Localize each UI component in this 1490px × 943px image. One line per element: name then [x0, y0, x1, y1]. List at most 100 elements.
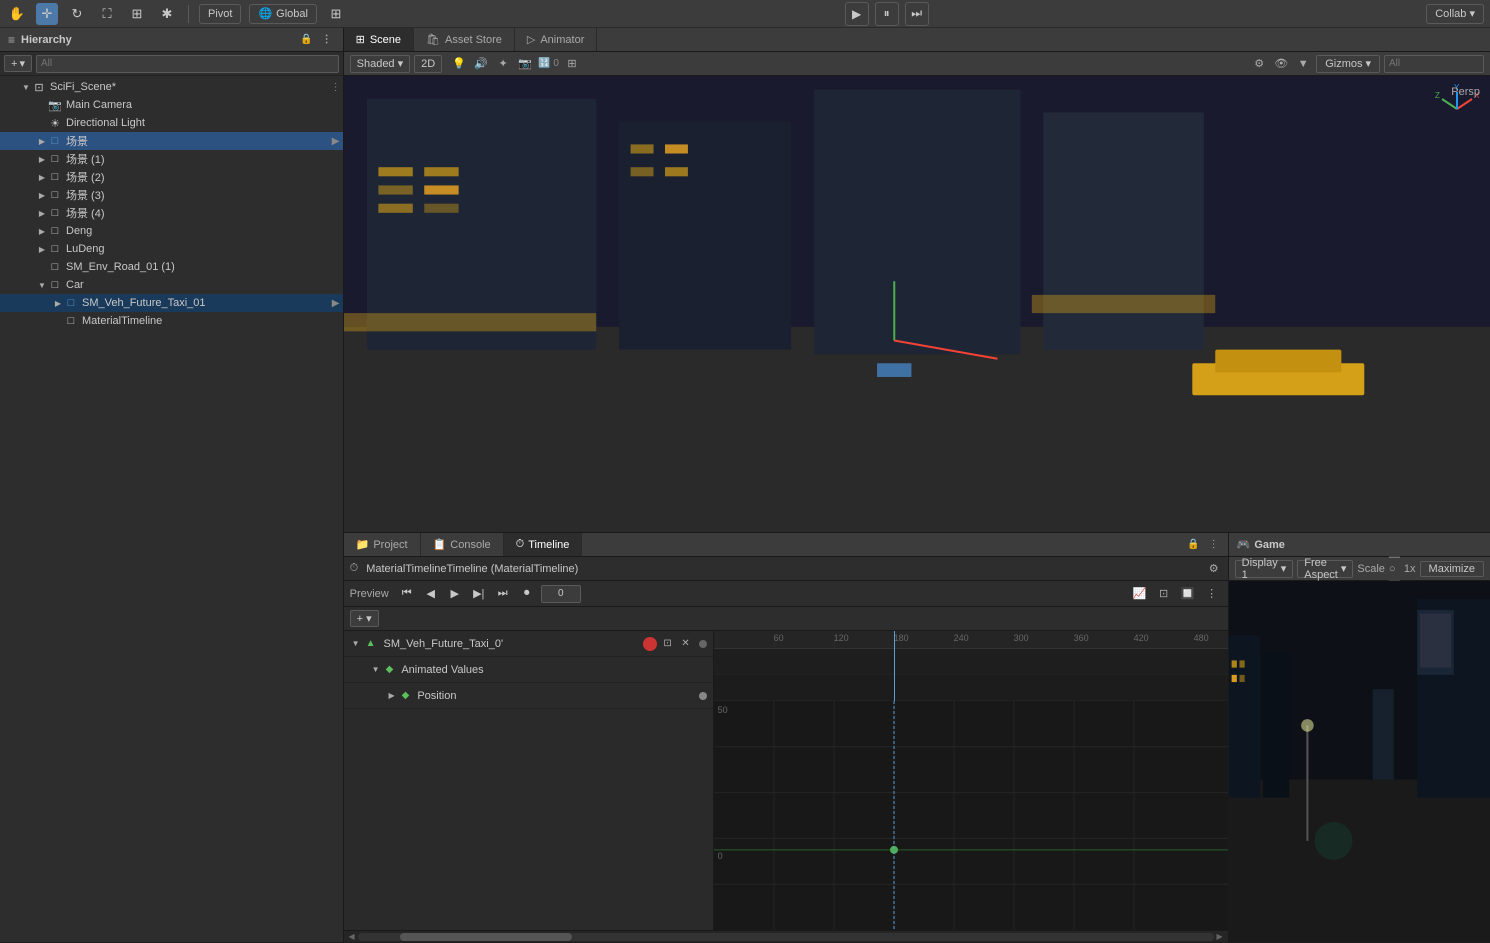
- scrollbar-track[interactable]: [358, 933, 1214, 941]
- scene-layer-label: 🔢 0: [538, 58, 559, 69]
- prev-step-fwd-btn[interactable]: ▶|: [469, 584, 489, 604]
- curve-editor-btn[interactable]: 📈: [1130, 584, 1150, 604]
- tab-project[interactable]: 📁 Project: [344, 533, 421, 556]
- track-arrow-pos[interactable]: ▶: [386, 690, 398, 702]
- display-dropdown[interactable]: Display 1 ▾: [1235, 560, 1294, 578]
- preview-time-input[interactable]: 0: [541, 585, 581, 603]
- tab-menu-btn[interactable]: ⋮: [1206, 537, 1222, 553]
- hierarchy-item-road[interactable]: □ SM_Env_Road_01 (1): [0, 258, 343, 276]
- hierarchy-search-input[interactable]: [36, 55, 339, 73]
- bottom-left-panel: 📁 Project 📋 Console ⏱ Timeline 🔒 ⋮: [344, 533, 1229, 942]
- hierarchy-item-scene0[interactable]: ▶ □ 场景 ▶: [0, 132, 343, 150]
- track-arrow-taxi[interactable]: ▼: [350, 638, 362, 650]
- tab-timeline[interactable]: ⏱ Timeline: [504, 533, 583, 556]
- maximize-button[interactable]: Maximize: [1420, 561, 1484, 577]
- scene-search-input[interactable]: [1384, 55, 1484, 73]
- scale-tool-icon[interactable]: ⛶: [96, 3, 118, 25]
- hierarchy-lock-btn[interactable]: 🔒: [299, 32, 315, 48]
- globe-icon: 🌐: [258, 7, 272, 20]
- pivot-button[interactable]: Pivot: [199, 4, 241, 24]
- global-button[interactable]: 🌐 Global: [249, 4, 317, 24]
- svg-text:Z: Z: [1435, 91, 1440, 100]
- scrollbar-thumb[interactable]: [400, 933, 571, 941]
- tab-asset-store[interactable]: 🛍 Asset Store: [414, 28, 515, 51]
- tab-scene[interactable]: ⊞ Scene: [344, 28, 414, 51]
- rotate-tool-icon[interactable]: ↻: [66, 3, 88, 25]
- grid-icon[interactable]: ⊞: [325, 3, 347, 25]
- collab-button[interactable]: Collab ▾: [1426, 4, 1484, 24]
- tab-animator[interactable]: ▷ Animator: [515, 28, 598, 51]
- tab-console[interactable]: 📋 Console: [421, 533, 504, 556]
- scene-context-btn[interactable]: ⋮: [329, 80, 343, 94]
- scene-cam-icon[interactable]: 📷: [516, 55, 534, 73]
- 2d-button[interactable]: 2D: [414, 55, 442, 73]
- track-arrow-animated[interactable]: ▼: [370, 664, 382, 676]
- fit-view-btn[interactable]: ⊡: [1154, 584, 1174, 604]
- ruler-cursor: [894, 631, 895, 649]
- prev-play-btn[interactable]: ▶: [445, 584, 465, 604]
- hierarchy-item-scene4[interactable]: ▶ □ 场景 (4): [0, 204, 343, 222]
- hierarchy-item-materialtimeline[interactable]: □ MaterialTimeline: [0, 312, 343, 330]
- aspect-dropdown[interactable]: Free Aspect ▾: [1297, 560, 1353, 578]
- hierarchy-item-ludeng[interactable]: ▶ □ LuDeng: [0, 240, 343, 258]
- scene-view-mode-icon[interactable]: 👁: [1272, 55, 1290, 73]
- effects-icon[interactable]: ✦: [494, 55, 512, 73]
- track-item-position[interactable]: ▶ ◆ Position: [344, 683, 713, 709]
- hierarchy-item-scene3[interactable]: ▶ □ 场景 (3): [0, 186, 343, 204]
- game-tab[interactable]: 🎮 Game: [1237, 538, 1285, 551]
- expand-arrow: ▶: [52, 297, 64, 309]
- hierarchy-item-scene1[interactable]: ▶ □ 场景 (1): [0, 150, 343, 168]
- hierarchy-item-scenefile[interactable]: ▼ ⊡ SciFi_Scene* ⋮: [0, 78, 343, 96]
- timeline-settings-btn[interactable]: ⚙: [1206, 561, 1222, 577]
- track-clone-btn[interactable]: ⊡: [661, 637, 675, 651]
- rect-tool-icon[interactable]: ⊞: [126, 3, 148, 25]
- custom-tool-icon[interactable]: ✱: [156, 3, 178, 25]
- road-icon: □: [48, 260, 62, 274]
- timeline-scrollbar[interactable]: ◀ ▶: [344, 930, 1228, 942]
- play-button[interactable]: ▶: [845, 2, 869, 26]
- hierarchy-item-taxi[interactable]: ▶ □ SM_Veh_Future_Taxi_01 ▶: [0, 294, 343, 312]
- prev-end-btn[interactable]: ⏭: [493, 584, 513, 604]
- folder-icon: □: [48, 134, 62, 148]
- audio-icon[interactable]: 🔊: [472, 55, 490, 73]
- prev-record-btn[interactable]: ⏺: [517, 584, 537, 604]
- scene-settings-icon[interactable]: ⚙: [1250, 55, 1268, 73]
- scroll-left-btn[interactable]: ◀: [346, 931, 358, 943]
- more-options-btn[interactable]: ⋮: [1202, 584, 1222, 604]
- step-button[interactable]: ⏭: [905, 2, 929, 26]
- scene-camera-icon2[interactable]: ▼: [1294, 55, 1312, 73]
- prev-step-back-btn[interactable]: ◀: [421, 584, 441, 604]
- ruler-120: 120: [834, 631, 849, 643]
- pause-button[interactable]: ⏸: [875, 2, 899, 26]
- scene0-context-btn[interactable]: ▶: [329, 134, 343, 148]
- hierarchy-menu-btn[interactable]: ⋮: [319, 32, 335, 48]
- hierarchy-item-car[interactable]: ▼ □ Car: [0, 276, 343, 294]
- track-item-taxi[interactable]: ▼ ▲ SM_Veh_Future_Taxi_0' ⊡ ✕: [344, 631, 713, 657]
- scroll-right-btn[interactable]: ▶: [1214, 931, 1226, 943]
- move-tool-icon[interactable]: ✛: [36, 3, 58, 25]
- lighting-icon[interactable]: 💡: [450, 55, 468, 73]
- track-delete-btn[interactable]: ✕: [679, 637, 693, 651]
- hierarchy-add-button[interactable]: + ▾: [4, 55, 32, 72]
- gizmos-button[interactable]: Gizmos ▾: [1316, 55, 1380, 73]
- hierarchy-item-scene2[interactable]: ▶ □ 场景 (2): [0, 168, 343, 186]
- snap-btn[interactable]: 🔲: [1178, 584, 1198, 604]
- add-track-button[interactable]: + ▾: [350, 610, 379, 627]
- prev-start-btn[interactable]: ⏮: [397, 584, 417, 604]
- hierarchy-icon: ≡: [8, 33, 15, 47]
- track-item-animated[interactable]: ▼ ◆ Animated Values: [344, 657, 713, 683]
- shading-dropdown[interactable]: Shaded ▾: [350, 55, 410, 73]
- timeline-keyframes: 60 120 180 240 300 360 420 480: [714, 631, 1228, 930]
- hand-tool-icon[interactable]: ✋: [6, 3, 28, 25]
- aspect-arrow: ▾: [1341, 562, 1347, 575]
- timeline-ruler: 60 120 180 240 300 360 420 480: [714, 631, 1228, 649]
- taxi-context-btn[interactable]: ▶: [329, 296, 343, 310]
- grid-toggle-icon[interactable]: ⊞: [563, 55, 581, 73]
- hierarchy-item-maincamera[interactable]: 📷 Main Camera: [0, 96, 343, 114]
- hierarchy-item-deng[interactable]: ▶ □ Deng: [0, 222, 343, 240]
- hierarchy-item-directionallight[interactable]: ☀ Directional Light: [0, 114, 343, 132]
- tab-lock-btn[interactable]: 🔒: [1186, 537, 1202, 553]
- track-record-btn[interactable]: [643, 637, 657, 651]
- hierarchy-toolbar: + ▾: [0, 52, 343, 76]
- scene-tab-icon: ⊞: [356, 33, 365, 46]
